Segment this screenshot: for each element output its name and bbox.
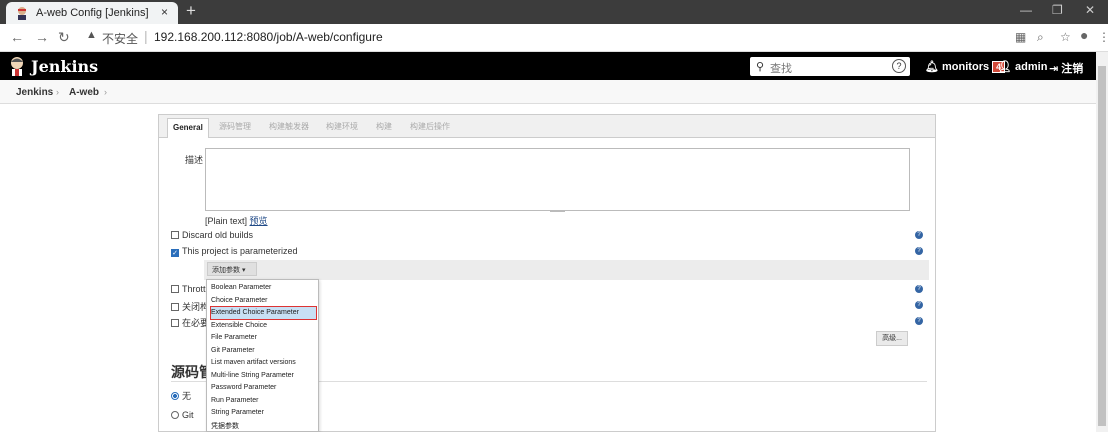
add-parameter-button[interactable]: 添加参数 ▾ bbox=[207, 262, 257, 276]
menu-item-boolean-parameter[interactable]: Boolean Parameter bbox=[211, 282, 316, 294]
scm-git-radio[interactable] bbox=[171, 411, 179, 419]
menu-item-file-parameter[interactable]: File Parameter bbox=[211, 332, 316, 344]
discard-old-builds-checkbox[interactable] bbox=[171, 231, 179, 239]
address-separator: | bbox=[144, 28, 148, 44]
warning-icon: ▲ bbox=[86, 29, 97, 41]
jenkins-favicon-icon bbox=[18, 7, 26, 20]
search-icon: ⚲ bbox=[756, 61, 765, 73]
tab-scm[interactable]: 源码管理 bbox=[219, 121, 251, 132]
url-text[interactable]: 192.168.200.112:8080/job/A-web/configure bbox=[154, 30, 383, 44]
monitors-link[interactable]: 🔔︎ monitors 4 bbox=[925, 60, 1006, 73]
logout-icon: ⇥ bbox=[1049, 63, 1059, 75]
close-tab-icon[interactable]: × bbox=[161, 5, 168, 19]
new-tab-icon[interactable]: + bbox=[186, 1, 196, 21]
menu-item-credentials-parameter[interactable]: 凭据参数 bbox=[211, 419, 316, 431]
close-window-icon[interactable]: ✕ bbox=[1085, 3, 1095, 17]
scm-git-option[interactable]: Git bbox=[171, 410, 194, 420]
logout-label: 注销 bbox=[1061, 63, 1084, 75]
address-bar[interactable]: ▲ 不安全 | 192.168.200.112:8080/job/A-web/c… bbox=[82, 28, 982, 48]
back-icon[interactable]: ← bbox=[10, 29, 24, 45]
parameterized-label: This project is parameterized bbox=[182, 246, 298, 256]
tab-triggers[interactable]: 构建触发器 bbox=[269, 121, 309, 132]
zoom-icon[interactable]: ⌕ bbox=[1037, 30, 1044, 45]
tab-environment[interactable]: 构建环境 bbox=[326, 121, 358, 132]
search-box[interactable]: ⚲ 查找 ? bbox=[750, 57, 910, 76]
scm-none-label: 无 bbox=[182, 391, 192, 401]
tab-build[interactable]: 构建 bbox=[376, 121, 392, 132]
browser-tab-bar: A-web Config [Jenkins] × + — ❐ ✕ bbox=[0, 0, 1108, 24]
user-icon: 👤︎ bbox=[998, 61, 1012, 73]
plain-text-row: [Plain text] 预览 bbox=[205, 214, 268, 227]
reload-icon[interactable]: ↻ bbox=[58, 29, 70, 46]
breadcrumb-jenkins[interactable]: Jenkins bbox=[16, 87, 53, 98]
parameterized-checkbox[interactable]: ✓ bbox=[171, 249, 179, 257]
discard-old-builds-label: Discard old builds bbox=[182, 230, 254, 240]
menu-item-string-parameter[interactable]: String Parameter bbox=[211, 407, 316, 419]
scm-none-option[interactable]: 无 bbox=[171, 389, 191, 402]
menu-item-extended-choice-parameter[interactable]: Extended Choice Parameter bbox=[210, 306, 317, 320]
close-build-checkbox[interactable] bbox=[171, 303, 179, 311]
jenkins-header: Jenkins ⚲ 查找 ? 🔔︎ monitors 4 👤︎ admin ⇥ 注… bbox=[0, 52, 1096, 80]
page-scrollbar-thumb[interactable] bbox=[1098, 66, 1106, 426]
user-link[interactable]: 👤︎ admin bbox=[998, 60, 1047, 73]
jenkins-logo-icon[interactable] bbox=[8, 56, 26, 76]
monitors-label: monitors bbox=[942, 61, 990, 73]
browser-tab[interactable]: A-web Config [Jenkins] × bbox=[6, 2, 178, 24]
plain-text-label: [Plain text] bbox=[205, 216, 248, 226]
breadcrumb-chevron-icon[interactable]: › bbox=[56, 87, 59, 97]
profile-icon[interactable]: ● bbox=[1080, 27, 1088, 43]
preview-link[interactable]: 预览 bbox=[250, 216, 268, 226]
help-icon[interactable]: ? bbox=[915, 285, 923, 293]
forward-icon[interactable]: → bbox=[35, 29, 49, 45]
jenkins-title[interactable]: Jenkins bbox=[31, 57, 98, 76]
browser-tab-title: A-web Config [Jenkins] bbox=[36, 7, 149, 19]
search-input[interactable]: 查找 bbox=[770, 60, 792, 76]
help-icon[interactable]: ? bbox=[915, 247, 923, 255]
parameterized-option[interactable]: ✓ This project is parameterized bbox=[171, 246, 298, 257]
bell-icon: 🔔︎ bbox=[925, 61, 939, 73]
logout-link[interactable]: ⇥ 注销 bbox=[1049, 60, 1083, 76]
scm-none-radio[interactable] bbox=[171, 392, 179, 400]
help-icon[interactable]: ? bbox=[915, 231, 923, 239]
config-tabs: General 源码管理 构建触发器 构建环境 构建 构建后操作 bbox=[159, 115, 935, 138]
menu-item-run-parameter[interactable]: Run Parameter bbox=[211, 395, 316, 407]
advanced-button[interactable]: 高级... bbox=[876, 331, 908, 346]
insecure-label[interactable]: 不安全 bbox=[102, 30, 138, 47]
menu-item-extensible-choice[interactable]: Extensible Choice bbox=[211, 320, 316, 332]
scm-git-label: Git bbox=[182, 410, 194, 420]
menu-item-password-parameter[interactable]: Password Parameter bbox=[211, 382, 316, 394]
bookmark-star-icon[interactable]: ☆ bbox=[1060, 30, 1071, 44]
textarea-resize-grip[interactable] bbox=[550, 210, 565, 212]
help-icon[interactable]: ? bbox=[915, 301, 923, 309]
breadcrumb bbox=[0, 80, 1096, 104]
translate-icon[interactable]: ▦ bbox=[1015, 30, 1026, 44]
description-textarea[interactable] bbox=[205, 148, 910, 211]
tab-post-build[interactable]: 构建后操作 bbox=[410, 121, 450, 132]
close-build-label: 关闭构 bbox=[182, 302, 210, 312]
required-checkbox[interactable] bbox=[171, 319, 179, 327]
help-icon[interactable]: ? bbox=[915, 317, 923, 325]
menu-item-multi-line-string-parameter[interactable]: Multi-line String Parameter bbox=[211, 370, 316, 382]
minimize-icon[interactable]: — bbox=[1020, 3, 1032, 17]
user-label: admin bbox=[1015, 61, 1048, 73]
browser-toolbar: ← → ↻ ▲ 不安全 | 192.168.200.112:8080/job/A… bbox=[0, 24, 1108, 52]
breadcrumb-chevron-icon[interactable]: › bbox=[104, 87, 107, 97]
close-build-option[interactable]: 关闭构 bbox=[171, 300, 209, 313]
menu-item-choice-parameter[interactable]: Choice Parameter bbox=[211, 295, 316, 307]
tab-general[interactable]: General bbox=[167, 118, 209, 138]
add-parameter-row bbox=[204, 260, 929, 280]
description-label: 描述 bbox=[185, 155, 204, 165]
menu-item-list-maven-artifact-versions[interactable]: List maven artifact versions bbox=[211, 357, 316, 369]
add-parameter-menu: Boolean Parameter Choice Parameter Exten… bbox=[206, 279, 319, 432]
throttle-checkbox[interactable] bbox=[171, 285, 179, 293]
help-icon[interactable]: ? bbox=[892, 59, 906, 73]
menu-kebab-icon[interactable]: ⋮ bbox=[1098, 30, 1108, 44]
maximize-icon[interactable]: ❐ bbox=[1052, 3, 1063, 17]
menu-item-git-parameter[interactable]: Git Parameter bbox=[211, 345, 316, 357]
breadcrumb-a-web[interactable]: A-web bbox=[69, 87, 99, 98]
discard-old-builds-option[interactable]: Discard old builds bbox=[171, 230, 253, 240]
